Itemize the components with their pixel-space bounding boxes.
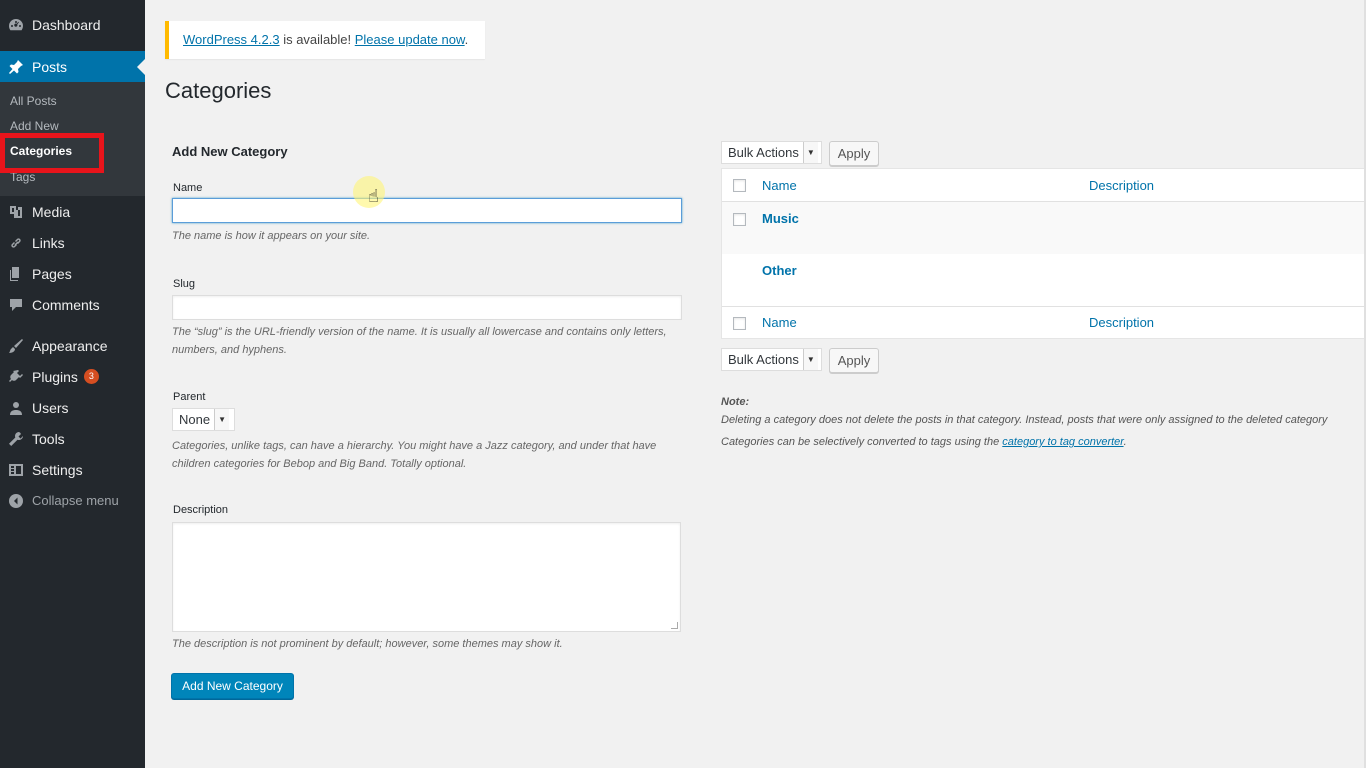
menu-tools[interactable]: Tools [0,423,145,454]
apply-button-bottom[interactable]: Apply [829,348,879,373]
menu-appearance-label: Appearance [32,337,108,354]
name-label: Name [173,182,203,194]
menu-posts[interactable]: Posts [0,51,145,82]
pages-icon [8,266,24,282]
category-to-tag-converter-link[interactable]: category to tag converter [1002,436,1123,448]
page-title: Categories [165,78,272,103]
menu-comments[interactable]: Comments [0,289,145,320]
parent-label: Parent [173,391,206,403]
menu-media[interactable]: Media [0,196,145,227]
bulk-actions-value-bottom: Bulk Actions [728,352,799,367]
column-name-footer[interactable]: Name [762,315,797,330]
menu-links-label: Links [32,234,65,251]
menu-pages-label: Pages [32,265,72,282]
category-name-link[interactable]: Music [762,211,799,226]
user-icon [8,400,24,416]
collapse-menu[interactable]: Collapse menu [0,485,145,516]
bulk-actions-select-bottom[interactable]: Bulk Actions ▼ [721,348,822,371]
categories-highlight-box [0,133,104,173]
apply-button-top[interactable]: Apply [829,141,879,166]
description-help-text: The description is not prominent by defa… [172,638,563,650]
media-icon [8,204,24,220]
comment-icon [8,297,24,313]
brush-icon [8,338,24,354]
menu-settings[interactable]: Settings [0,454,145,485]
wrench-icon [8,431,24,447]
menu-plugins-label: Plugins [32,368,78,385]
note-line-2-suffix: . [1123,436,1127,448]
add-category-heading: Add New Category [172,144,288,159]
slug-help-text-2: numbers, and hyphens. [172,344,287,356]
parent-select-value: None [179,412,211,427]
settings-icon [8,462,24,478]
parent-help-text-1: Categories, unlike tags, can have a hier… [172,440,657,452]
column-description-footer[interactable]: Description [1089,315,1154,330]
chevron-down-icon: ▼ [802,142,818,163]
menu-users-label: Users [32,399,69,416]
notice-text: is available! [279,32,355,47]
column-name-header[interactable]: Name [762,178,797,193]
note-title: Note: [721,396,750,408]
description-label: Description [173,504,229,516]
update-now-link[interactable]: Please update now [355,32,465,47]
submenu-add-new[interactable]: Add New [10,119,59,133]
note-line-2: Categories can be selectively converted … [721,436,1127,448]
plugins-update-badge: 3 [83,369,99,384]
chevron-down-icon: ▼ [214,409,230,430]
table-row: Other [722,254,1366,306]
collapse-icon [8,493,24,509]
name-help-text: The name is how it appears on your site. [172,230,371,242]
bulk-actions-select-top[interactable]: Bulk Actions ▼ [721,141,822,164]
plugin-icon [8,369,24,385]
notice-end: . [464,32,469,47]
admin-sidebar: Dashboard Posts All Posts Add New Catego… [0,0,145,768]
resize-grip-icon[interactable] [671,622,678,629]
row-checkbox[interactable] [733,213,746,226]
submenu-all-posts[interactable]: All Posts [10,94,57,108]
menu-appearance[interactable]: Appearance [0,330,145,361]
bulk-actions-value-top: Bulk Actions [728,145,799,160]
menu-plugins[interactable]: Plugins 3 [0,361,145,392]
menu-users[interactable]: Users [0,392,145,423]
menu-dashboard[interactable]: Dashboard [0,9,145,40]
slug-help-text-1: The “slug” is the URL-friendly version o… [172,326,667,338]
pin-icon [8,59,24,75]
column-description-header[interactable]: Description [1089,178,1154,193]
categories-table: Name Description Music Other Name Descri… [721,168,1366,339]
update-notice: WordPress 4.2.3 is available! Please upd… [165,21,485,59]
menu-settings-label: Settings [32,461,83,478]
slug-label: Slug [173,278,196,290]
menu-media-label: Media [32,203,71,220]
menu-pages[interactable]: Pages [0,258,145,289]
description-textarea[interactable] [172,522,681,632]
add-new-category-button[interactable]: Add New Category [171,673,294,699]
wordpress-version-link[interactable]: WordPress 4.2.3 [183,32,280,47]
name-input[interactable] [172,198,682,223]
menu-tools-label: Tools [32,430,65,447]
table-row: Music [722,202,1366,254]
category-name-link[interactable]: Other [762,263,797,278]
menu-posts-label: Posts [32,58,68,75]
note-line-2-prefix: Categories can be selectively converted … [721,436,1003,448]
select-all-checkbox[interactable] [733,179,746,192]
dashboard-icon [8,17,24,33]
collapse-menu-label: Collapse menu [32,493,119,508]
chevron-down-icon: ▼ [802,349,818,370]
note-line-1: Deleting a category does not delete the … [721,414,1328,426]
menu-dashboard-label: Dashboard [32,16,101,33]
parent-help-text-2: children categories for Bebop and Big Ba… [172,458,467,470]
slug-input[interactable] [172,295,682,320]
table-footer-row: Name Description [722,306,1366,339]
table-header-row: Name Description [722,169,1366,202]
hand-pointer-icon: ☝ [368,186,379,206]
menu-links[interactable]: Links [0,227,145,258]
parent-select[interactable]: None ▼ [172,408,235,431]
select-all-checkbox-footer[interactable] [733,317,746,330]
menu-comments-label: Comments [32,296,100,313]
link-icon [8,235,24,251]
